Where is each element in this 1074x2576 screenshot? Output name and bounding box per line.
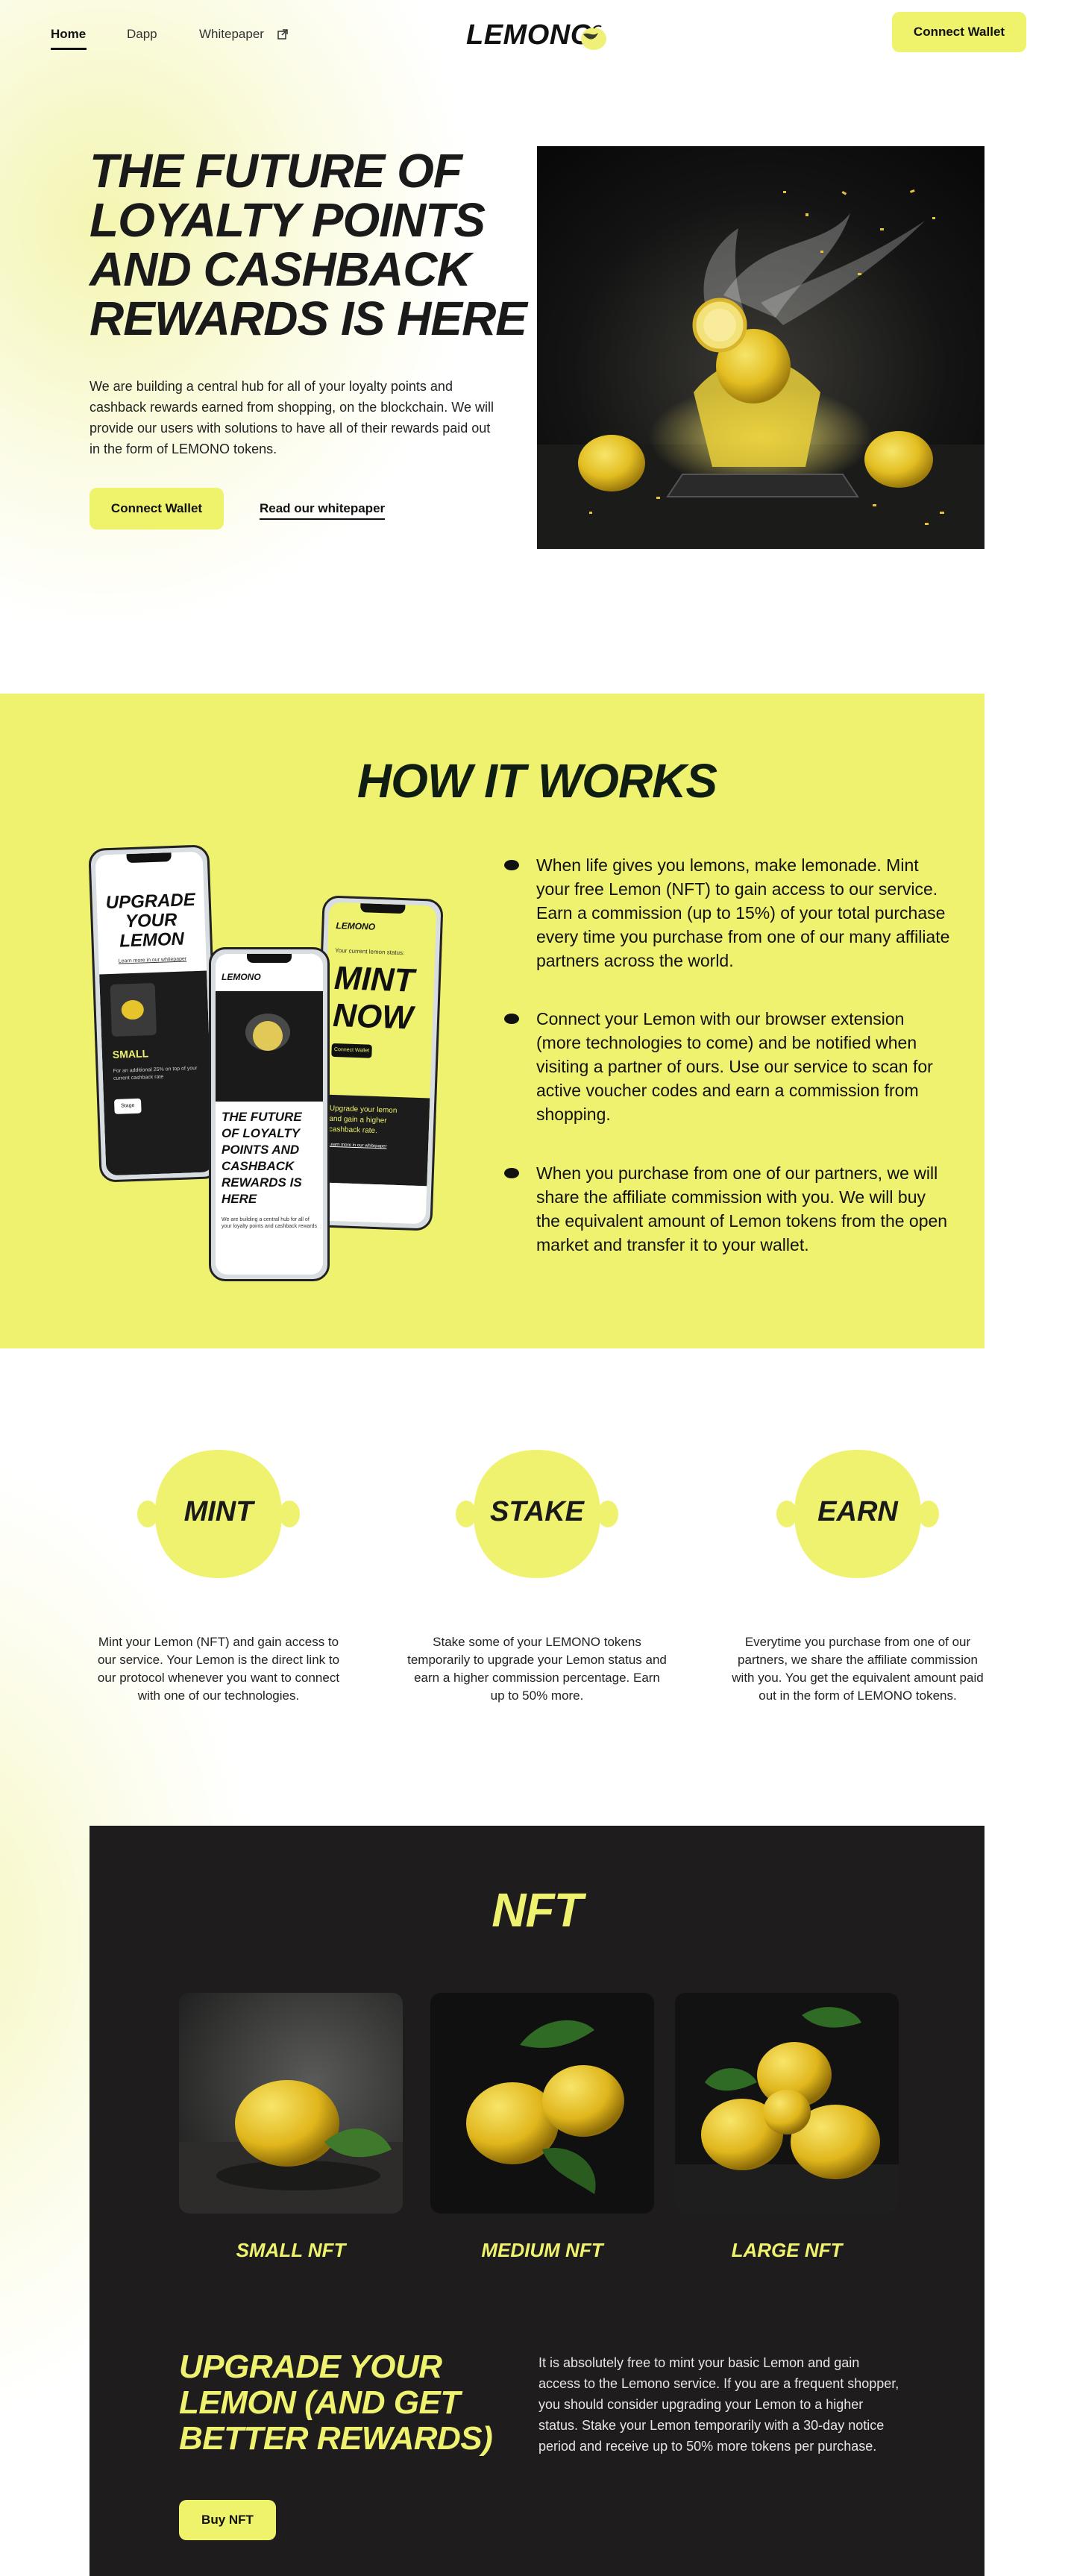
mint-label: MINT [183,1496,254,1527]
medium-nft-image[interactable] [430,1993,654,2214]
nft-title: NFT [492,1883,582,1937]
hero-lemon-splash-image [537,146,984,549]
earn-label: EARN [817,1496,898,1527]
buy-nft-button[interactable]: Buy NFT [179,2500,276,2540]
how-it-works-title: HOW IT WORKS [357,754,717,808]
phone-left-tier: SMALL [112,1047,149,1061]
external-link-icon [277,29,288,40]
nav-connect-wallet-button[interactable]: Connect Wallet [892,12,1026,52]
logo-text[interactable]: LEMONO [466,19,593,51]
how-step-1-text: When life gives you lemons, make lemonad… [536,855,950,970]
upgrade-description: It is absolutely free to mint your basic… [538,2355,899,2454]
how-step-3-text: When you purchase from one of our partne… [536,1163,948,1254]
phone-right-status: Your current lemon status: [335,946,405,957]
how-step-2-text: Connect your Lemon with our browser exte… [536,1009,933,1124]
phone-right-button: Connect Wallet [331,1043,372,1058]
stake-description: Stake some of your LEMONO tokens tempora… [407,1635,667,1703]
hero-title: THE FUTURE OF LOYALTY POINTS AND CASHBAC… [90,144,527,345]
medium-nft-label: MEDIUM NFT [481,2239,603,2261]
upgrade-title: UPGRADE YOUR LEMON (AND GET BETTER REWAR… [179,2349,493,2457]
phone-center-heading: THE FUTURE OF LOYALTY POINTS AND CASHBAC… [222,1110,302,1206]
earn-description: Everytime you purchase from one of our p… [732,1635,984,1703]
phone-left-button: Stage [113,1098,142,1114]
hero-description: We are building a central hub for all of… [90,379,494,456]
phone-right-link: Learn more in our whitepaper [328,1142,387,1149]
phone-right-logo: LEMONO [336,920,376,932]
small-nft-image[interactable] [179,1993,403,2214]
phone-center-logo: LEMONO [222,972,261,982]
mint-description: Mint your Lemon (NFT) and gain access to… [97,1635,340,1703]
lemon-logo-icon [581,25,606,50]
nav-link-dapp[interactable]: Dapp [127,27,157,42]
how-step-1: When life gives you lemons, make lemonad… [504,853,952,973]
how-step-2: Connect your Lemon with our browser exte… [504,1007,952,1126]
bullet-dot-icon [504,1014,519,1024]
phone-left-heading: UPGRADE YOUR LEMON [105,890,196,952]
hero-connect-wallet-button[interactable]: Connect Wallet [90,488,224,530]
how-step-3: When you purchase from one of our partne… [504,1161,952,1257]
bullet-dot-icon [504,860,519,870]
phone-right-heading: MINT NOW [332,959,415,1037]
large-nft-label: LARGE NFT [731,2239,843,2261]
phone-left-tier-text: For an additional 25% on top of your cur… [113,1066,198,1081]
bullet-dot-icon [504,1168,519,1178]
phone-center-text: We are building a central hub for all of… [222,1217,318,1229]
large-nft-image[interactable] [675,1993,899,2214]
phone-right-text: Upgrade your lemon and gain a higher cas… [328,1104,398,1136]
nav-link-home[interactable]: Home [51,27,86,42]
nav-active-indicator [51,48,87,50]
read-whitepaper-link[interactable]: Read our whitepaper [260,501,386,520]
stake-label: STAKE [490,1496,584,1527]
nav-link-whitepaper[interactable]: Whitepaper [199,27,264,42]
phone-left-link: Learn more in our whitepaper [118,956,187,964]
small-nft-label: SMALL NFT [236,2239,346,2261]
phone-mockups-image: UPGRADE YOUR LEMON Learn more in our whi… [88,839,448,1281]
